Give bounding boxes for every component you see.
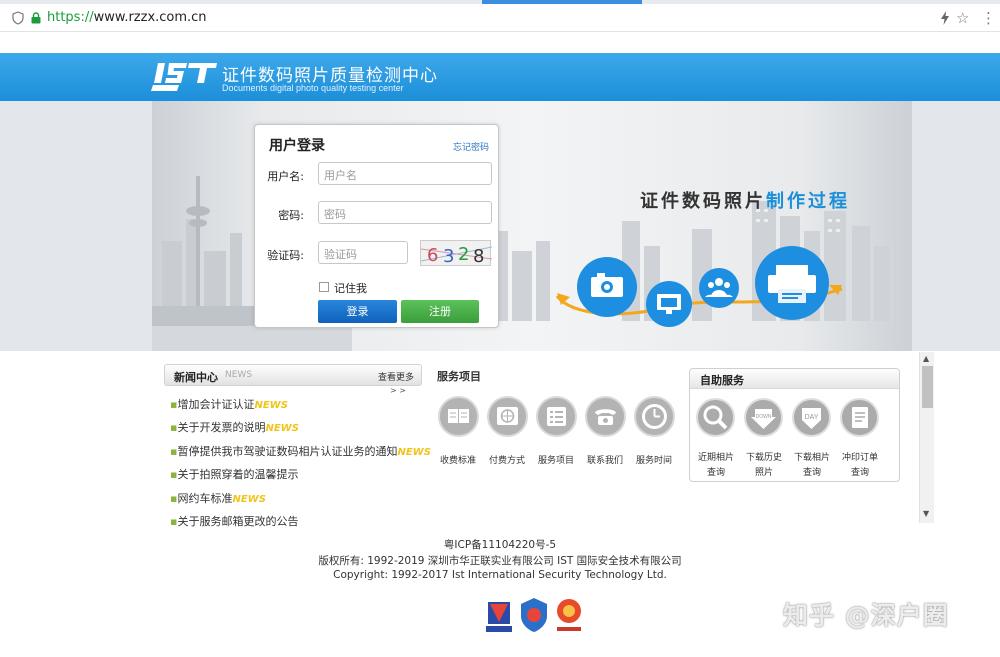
news-new-badge: NEWS	[254, 400, 288, 411]
site-header: 证件数码照片质量检测中心 Documents digital photo qua…	[0, 53, 1000, 101]
list-icon[interactable]	[536, 396, 577, 437]
services-title: 服务项目	[437, 370, 481, 383]
self-service-label[interactable]: 下载相片 查询	[788, 451, 836, 481]
news-new-badge: NEWS	[397, 447, 431, 458]
news-more-link[interactable]: 查看更多	[378, 370, 414, 383]
scroll-thumb[interactable]	[922, 366, 933, 408]
process-title-main: 证件数码照片	[640, 191, 766, 212]
username-label: 用户名:	[267, 170, 304, 183]
captcha-digit: 3	[443, 246, 454, 267]
news-item[interactable]: ▪暂停提供我市驾驶证数码相片认证业务的通知NEWS	[170, 443, 431, 459]
remember-me-label: 记住我	[334, 282, 367, 295]
self-service-label[interactable]: 近期相片 查询	[692, 451, 740, 481]
police-badge-icon[interactable]	[519, 596, 549, 634]
url-host: www.rzzx.com.cn	[93, 10, 207, 25]
news-item-text: 关于开发票的说明	[177, 421, 266, 434]
lock-icon[interactable]	[30, 12, 42, 24]
captcha-input[interactable]: 验证码	[318, 241, 408, 264]
news-new-badge: NEWS	[265, 423, 299, 434]
username-input[interactable]: 用户名	[318, 162, 492, 185]
scroll-down-arrow-icon[interactable]: ▼	[923, 509, 929, 518]
news-header: 新闻中心 NEWS 查看更多	[164, 364, 422, 386]
news-title: 新闻中心	[174, 371, 218, 384]
news-new-badge: NEWS	[232, 494, 266, 505]
self-service-title: 自助服务	[700, 374, 744, 387]
users-circle	[699, 268, 739, 308]
book-icon[interactable]	[438, 396, 479, 437]
shield-icon[interactable]	[12, 11, 24, 25]
news-tag: NEWS	[225, 370, 253, 380]
captcha-digit: 2	[458, 244, 469, 265]
news-item[interactable]: ▪关于开发票的说明NEWS	[170, 419, 299, 435]
news-more-arrows[interactable]: > >	[390, 386, 406, 395]
news-item-text: 网约车标准	[177, 492, 233, 505]
service-label[interactable]: 服务项目	[528, 453, 584, 466]
news-item[interactable]: ▪增加会计证认证NEWS	[170, 396, 288, 412]
url-text[interactable]: https://www.rzzx.com.cn	[47, 10, 207, 25]
forgot-password-link[interactable]: 忘记密码	[453, 140, 489, 153]
business-seal-icon[interactable]	[554, 596, 584, 634]
news-item-text: 暂停提供我市驾驶证数码相片认证业务的通知	[177, 445, 398, 458]
captcha-digit: 6	[427, 245, 438, 266]
menu-more-icon[interactable]: ⋮	[981, 9, 996, 27]
site-subtitle: Documents digital photo quality testing …	[222, 83, 404, 93]
day-icon[interactable]: DAY	[792, 398, 831, 437]
captcha-image[interactable]: 6 3 2 8	[420, 240, 493, 267]
register-button[interactable]: 注册	[401, 300, 479, 323]
clock-icon[interactable]	[634, 396, 675, 437]
self-service-header: 自助服务	[690, 369, 899, 389]
news-item[interactable]: ▪关于服务邮箱更改的公告	[170, 513, 298, 529]
remember-me-checkbox[interactable]	[319, 282, 329, 292]
lightning-icon[interactable]	[940, 11, 950, 25]
captcha-label: 验证码:	[267, 249, 304, 262]
self-service-label[interactable]: 下载历史 照片	[740, 451, 788, 481]
news-item-text: 关于拍照穿着的温馨提示	[177, 468, 299, 481]
phone-icon[interactable]	[585, 396, 626, 437]
news-item[interactable]: ▪网约车标准NEWS	[170, 490, 266, 506]
magnifier-icon[interactable]	[696, 398, 735, 437]
download-icon[interactable]: DOWN	[744, 398, 783, 437]
content-scrollbar[interactable]: ▲ ▼	[919, 352, 934, 523]
url-protocol: https://	[47, 10, 94, 25]
news-item[interactable]: ▪关于拍照穿着的温馨提示	[170, 466, 298, 482]
bookmark-star-icon[interactable]: ☆	[956, 9, 969, 27]
news-item-text: 关于服务邮箱更改的公告	[177, 515, 299, 528]
copyright-en: Copyright: 1992-2017 Ist International S…	[333, 569, 667, 581]
service-label[interactable]: 服务时间	[626, 453, 682, 466]
document-icon[interactable]	[840, 398, 879, 437]
ist-logo[interactable]	[151, 61, 217, 93]
login-title: 用户登录	[269, 138, 325, 154]
process-title-highlight: 制作过程	[766, 191, 850, 212]
captcha-graphic: 6 3 2 8	[420, 244, 493, 267]
password-label: 密码:	[278, 209, 304, 222]
browser-address-bar[interactable]: https://www.rzzx.com.cn ☆ ⋮	[0, 4, 1000, 32]
captcha-digit: 8	[473, 246, 484, 267]
zhihu-watermark: 知乎 @深户圈	[783, 601, 949, 630]
self-service-label[interactable]: 冲印订单 查询	[836, 451, 884, 481]
service-label[interactable]: 收费标准	[430, 453, 486, 466]
svg-text:DAY: DAY	[805, 414, 819, 421]
gov-badge-icon[interactable]	[484, 596, 514, 634]
process-title: 证件数码照片制作过程	[640, 187, 850, 213]
service-label[interactable]: 付费方式	[479, 453, 535, 466]
password-input[interactable]: 密码	[318, 201, 492, 224]
service-label[interactable]: 联系我们	[577, 453, 633, 466]
svg-text:DOWN: DOWN	[756, 414, 772, 420]
news-item-text: 增加会计证认证	[177, 398, 255, 411]
hero-banner: 证件数码照片制作过程	[0, 101, 1000, 351]
icp-number[interactable]: 粤ICP备11104220号-5	[0, 537, 1000, 552]
scroll-up-arrow-icon[interactable]: ▲	[923, 354, 929, 363]
login-form: 用户登录 忘记密码 用户名: 用户名 密码: 密码 验证码: 验证码 6 3 2…	[254, 124, 499, 328]
page: https://www.rzzx.com.cn ☆ ⋮ 证件数码照片质量检测中心…	[0, 0, 1000, 657]
login-button[interactable]: 登录	[318, 300, 397, 323]
self-service-panel: 自助服务 DOWN DAY 近期相片 查询 下载历史 照片 下载相片 查询 冲印订单查…	[689, 368, 900, 482]
copyright-cn: 版权所有: 1992-2019 深圳市华正联实业有限公司 IST 国际安全技术有…	[318, 555, 682, 567]
globe-icon[interactable]	[487, 396, 528, 437]
